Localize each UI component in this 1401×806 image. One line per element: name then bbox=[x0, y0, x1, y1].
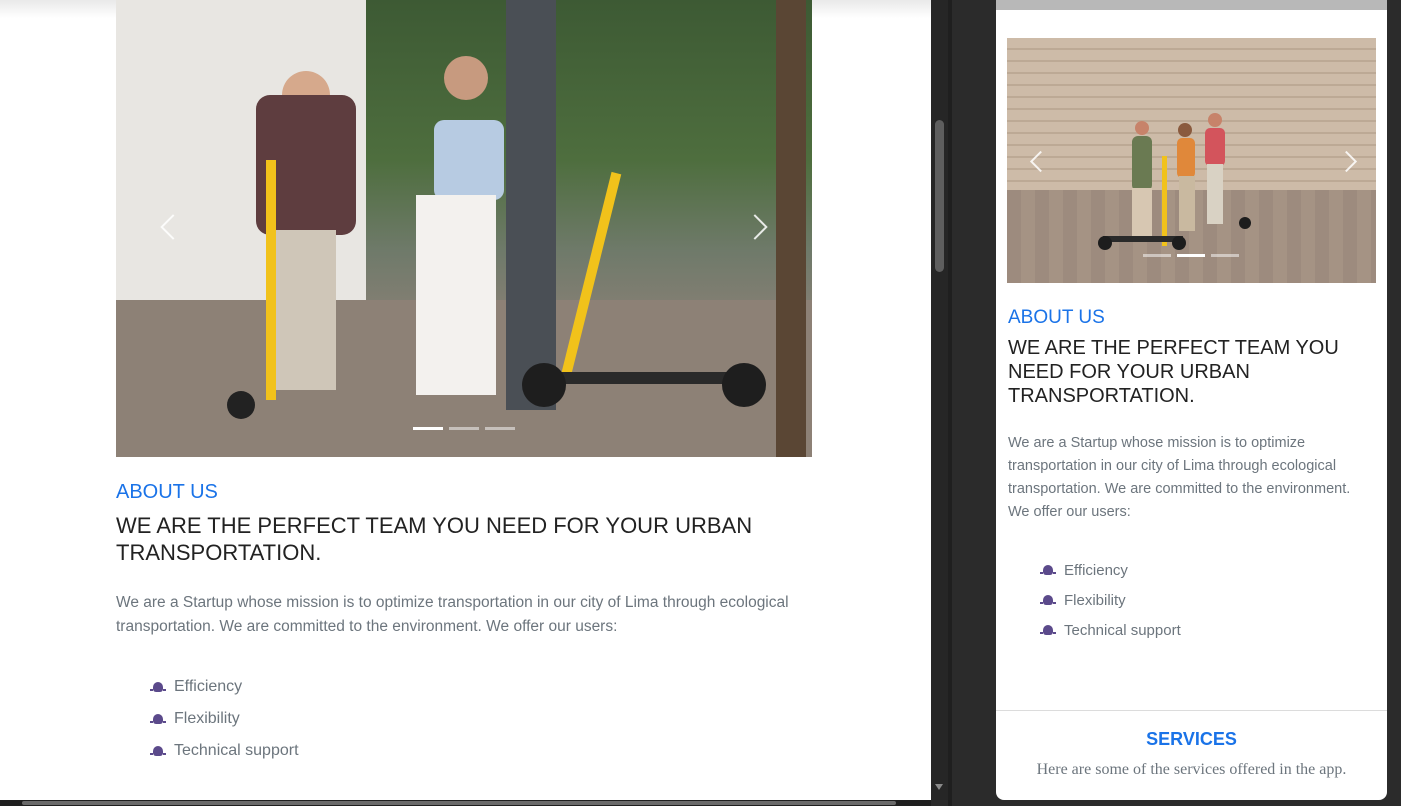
carousel-slide-image bbox=[1007, 38, 1376, 283]
about-eyebrow: ABOUT US bbox=[116, 481, 218, 503]
space-invader-icon bbox=[1040, 593, 1056, 607]
space-invader-icon bbox=[1040, 563, 1056, 577]
carousel-indicator[interactable] bbox=[1211, 254, 1239, 257]
services-title: SERVICES bbox=[1146, 729, 1237, 749]
carousel-indicator[interactable] bbox=[485, 427, 515, 430]
hero-carousel[interactable] bbox=[116, 0, 812, 457]
space-invader-icon bbox=[150, 680, 166, 694]
scooter-photo bbox=[116, 0, 812, 457]
feature-label: Flexibility bbox=[1064, 591, 1126, 609]
carousel-indicator[interactable] bbox=[413, 427, 443, 430]
carousel-indicator[interactable] bbox=[1143, 254, 1171, 257]
mobile-about-headline: WE ARE THE PERFECT TEAM YOU NEED FOR YOU… bbox=[1008, 337, 1339, 407]
feature-item: Flexibility bbox=[150, 703, 299, 735]
mobile-feature-list: Efficiency Flexibility Technical support bbox=[1040, 555, 1181, 645]
previous-section-edge bbox=[996, 0, 1387, 10]
feature-list: Efficiency Flexibility Technical support bbox=[150, 671, 299, 767]
vertical-scrollbar[interactable] bbox=[931, 0, 948, 800]
services-section: SERVICES Here are some of the services o… bbox=[996, 710, 1387, 801]
about-headline: WE ARE THE PERFECT TEAM YOU NEED FOR YOU… bbox=[116, 513, 753, 565]
space-invader-icon bbox=[150, 712, 166, 726]
scrollbar-thumb[interactable] bbox=[935, 120, 944, 272]
desktop-preview: ABOUT US WE ARE THE PERFECT TEAM YOU NEE… bbox=[0, 0, 931, 800]
carousel-indicators bbox=[1143, 254, 1239, 257]
space-invader-icon bbox=[1040, 623, 1056, 637]
carousel-indicator[interactable] bbox=[1177, 254, 1205, 257]
mobile-about-description: We are a Startup whose mission is to opt… bbox=[1008, 435, 1351, 520]
about-description: We are a Startup whose mission is to opt… bbox=[116, 594, 789, 635]
carousel-slide-image bbox=[116, 0, 812, 457]
feature-label: Technical support bbox=[1064, 621, 1181, 639]
space-invader-icon bbox=[150, 744, 166, 758]
feature-item: Efficiency bbox=[1040, 555, 1181, 585]
feature-label: Efficiency bbox=[1064, 561, 1128, 579]
group-scooter-photo bbox=[1098, 113, 1251, 250]
scroll-down-arrow-icon[interactable] bbox=[935, 784, 943, 790]
mobile-hero-carousel[interactable] bbox=[1007, 38, 1376, 283]
feature-item: Efficiency bbox=[150, 671, 299, 703]
mobile-about-eyebrow: ABOUT US bbox=[1008, 307, 1105, 328]
horizontal-scrollbar-thumb[interactable] bbox=[22, 801, 896, 805]
feature-item: Flexibility bbox=[1040, 585, 1181, 615]
feature-item: Technical support bbox=[150, 735, 299, 767]
carousel-indicators bbox=[413, 427, 515, 430]
feature-label: Efficiency bbox=[174, 678, 243, 695]
pane-divider[interactable] bbox=[948, 0, 952, 806]
services-subtitle: Here are some of the services offered in… bbox=[1036, 761, 1347, 778]
feature-item: Technical support bbox=[1040, 615, 1181, 645]
carousel-indicator[interactable] bbox=[449, 427, 479, 430]
horizontal-scrollbar[interactable] bbox=[0, 800, 931, 806]
feature-label: Flexibility bbox=[174, 710, 240, 727]
feature-label: Technical support bbox=[174, 742, 299, 759]
